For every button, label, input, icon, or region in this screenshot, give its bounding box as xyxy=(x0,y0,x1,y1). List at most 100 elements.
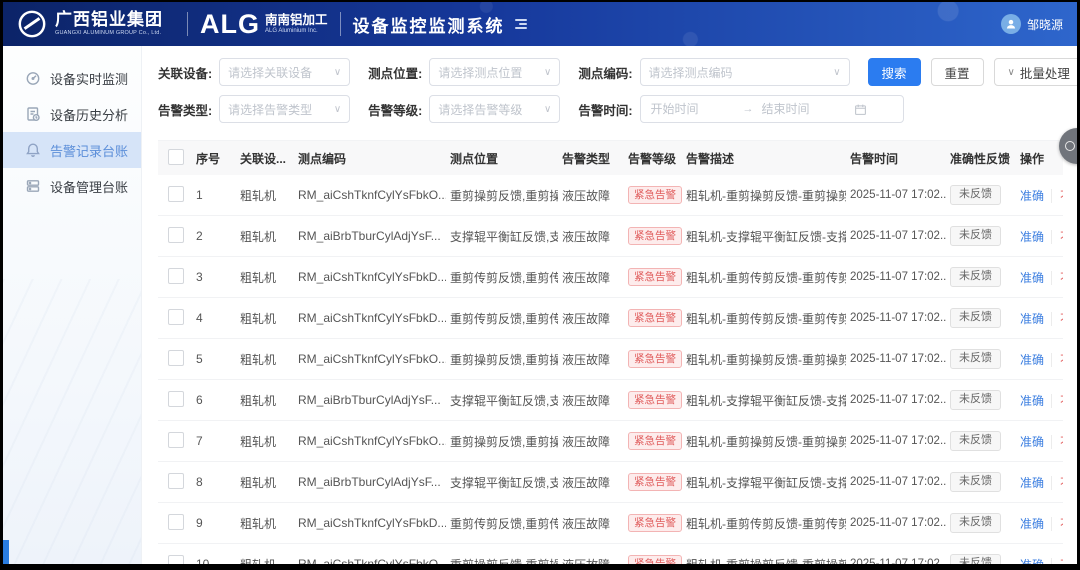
point-code-select[interactable]: 请选择测点编码 ∨ xyxy=(640,58,850,86)
row-checkbox[interactable] xyxy=(168,473,184,489)
row-type: 液压故障 xyxy=(558,228,624,245)
alarm-level-badge: 紧急告警 xyxy=(628,391,682,410)
header-divider xyxy=(340,12,341,36)
main-content: 关联设备: 请选择关联设备 ∨ 测点位置: 请选择测点位置 ∨ 测点编码: xyxy=(142,46,1077,564)
alarm-level-select[interactable]: 请选择告警等级 ∨ xyxy=(429,95,560,123)
inaccurate-link[interactable]: 不准确 xyxy=(1051,230,1063,244)
sidebar-item-device-management[interactable]: 设备管理台账 xyxy=(3,168,141,204)
sidebar-item-label: 设备管理台账 xyxy=(50,177,128,196)
alarm-level-placeholder: 请选择告警等级 xyxy=(438,101,538,118)
inaccurate-link[interactable]: 不准确 xyxy=(1051,312,1063,326)
user-name: 邹晓源 xyxy=(1027,16,1063,33)
accurate-link[interactable]: 准确 xyxy=(1020,394,1044,408)
alarm-level-label: 告警等级: xyxy=(368,100,422,119)
accurate-link[interactable]: 准确 xyxy=(1020,189,1044,203)
accurate-link[interactable]: 准确 xyxy=(1020,230,1044,244)
accurate-link[interactable]: 准确 xyxy=(1020,435,1044,449)
header-divider xyxy=(187,12,188,36)
filter-row-1: 关联设备: 请选择关联设备 ∨ 测点位置: 请选择测点位置 ∨ 测点编码: xyxy=(158,58,1063,86)
filter-alarm-type: 告警类型: 请选择告警类型 ∨ xyxy=(158,95,350,123)
sidebar-item-realtime-monitor[interactable]: 设备实时监测 xyxy=(3,60,141,96)
inaccurate-link[interactable]: 不准确 xyxy=(1051,271,1063,285)
accurate-link[interactable]: 准确 xyxy=(1020,271,1044,285)
row-code: RM_aiCshTknfCylYsFbkD... xyxy=(294,270,446,284)
col-time: 告警时间 xyxy=(846,150,946,167)
alarm-level-badge: 紧急告警 xyxy=(628,514,682,533)
row-checkbox[interactable] xyxy=(168,432,184,448)
row-code: RM_aiCshTknfCylYsFbkO... xyxy=(294,352,446,366)
user-profile[interactable]: 邹晓源 xyxy=(1001,14,1063,34)
accurate-link[interactable]: 准确 xyxy=(1020,558,1044,565)
row-checkbox[interactable] xyxy=(168,514,184,530)
related-device-select[interactable]: 请选择关联设备 ∨ xyxy=(219,58,350,86)
inaccurate-link[interactable]: 不准确 xyxy=(1051,517,1063,531)
row-device: 粗轧机 xyxy=(236,556,294,565)
row-checkbox[interactable] xyxy=(168,227,184,243)
point-location-select[interactable]: 请选择测点位置 ∨ xyxy=(429,58,560,86)
inaccurate-link[interactable]: 不准确 xyxy=(1051,394,1063,408)
table-row: 7 粗轧机 RM_aiCshTknfCylYsFbkO... 重剪操剪反馈,重剪… xyxy=(158,421,1063,462)
col-code: 测点编码 xyxy=(294,150,446,167)
user-avatar xyxy=(1001,14,1021,34)
row-checkbox[interactable] xyxy=(168,391,184,407)
bottom-left-accent xyxy=(3,540,9,564)
row-code: RM_aiCshTknfCylYsFbkO... xyxy=(294,434,446,448)
search-button[interactable]: 搜索 xyxy=(868,58,921,86)
related-device-placeholder: 请选择关联设备 xyxy=(228,64,328,81)
alarm-time-range-picker[interactable]: → xyxy=(640,95,904,123)
end-time-input[interactable] xyxy=(760,101,848,117)
row-seq: 5 xyxy=(192,352,236,366)
point-location-placeholder: 请选择测点位置 xyxy=(438,64,538,81)
row-desc: 粗轧机-重剪操剪反馈-重剪操剪... xyxy=(682,556,846,565)
brand-name: 南南铝加工 xyxy=(265,14,328,27)
inaccurate-link[interactable]: 不准确 xyxy=(1051,189,1063,203)
filter-alarm-level: 告警等级: 请选择告警等级 ∨ xyxy=(368,95,560,123)
sidebar-item-alarm-records[interactable]: 告警记录台账 xyxy=(3,132,141,168)
sidebar-item-label: 设备实时监测 xyxy=(50,69,128,88)
row-checkbox[interactable] xyxy=(168,268,184,284)
row-checkbox[interactable] xyxy=(168,350,184,366)
row-checkbox[interactable] xyxy=(168,555,184,565)
inaccurate-link[interactable]: 不准确 xyxy=(1051,558,1063,565)
inaccurate-link[interactable]: 不准确 xyxy=(1051,353,1063,367)
alarm-bell-icon xyxy=(25,142,41,158)
alarm-level-badge: 紧急告警 xyxy=(628,227,682,246)
row-desc: 粗轧机-重剪操剪反馈-重剪操剪... xyxy=(682,351,846,368)
select-all-checkbox[interactable] xyxy=(168,149,184,165)
sidebar-item-history-analysis[interactable]: 设备历史分析 xyxy=(3,96,141,132)
sidebar-item-label: 设备历史分析 xyxy=(50,105,128,124)
batch-process-button[interactable]: ∨批量处理 xyxy=(994,58,1080,86)
inaccurate-link[interactable]: 不准确 xyxy=(1051,435,1063,449)
row-desc: 粗轧机-重剪传剪反馈-重剪传剪... xyxy=(682,310,846,327)
row-location: 支撑辊平衡缸反馈,支... xyxy=(446,228,558,245)
row-checkbox[interactable] xyxy=(168,186,184,202)
row-checkbox[interactable] xyxy=(168,309,184,325)
inaccurate-link[interactable]: 不准确 xyxy=(1051,476,1063,490)
range-separator: → xyxy=(743,103,754,115)
alarm-level-badge: 紧急告警 xyxy=(628,309,682,328)
row-location: 重剪操剪反馈,重剪操... xyxy=(446,351,558,368)
row-desc: 粗轧机-重剪传剪反馈-重剪传剪... xyxy=(682,515,846,532)
accurate-link[interactable]: 准确 xyxy=(1020,312,1044,326)
chevron-down-icon: ∨ xyxy=(334,67,341,78)
filter-point-location: 测点位置: 请选择测点位置 ∨ xyxy=(368,58,560,86)
table-row: 2 粗轧机 RM_aiBrbTburCylAdjYsF... 支撑辊平衡缸反馈,… xyxy=(158,216,1063,257)
row-device: 粗轧机 xyxy=(236,351,294,368)
related-device-label: 关联设备: xyxy=(158,63,212,82)
accurate-link[interactable]: 准确 xyxy=(1020,517,1044,531)
collapse-menu-icon[interactable] xyxy=(515,19,527,29)
reset-button[interactable]: 重置 xyxy=(931,58,984,86)
start-time-input[interactable] xyxy=(649,101,737,117)
row-seq: 7 xyxy=(192,434,236,448)
accurate-link[interactable]: 准确 xyxy=(1020,476,1044,490)
alarm-type-select[interactable]: 请选择告警类型 ∨ xyxy=(219,95,350,123)
row-code: RM_aiBrbTburCylAdjYsF... xyxy=(294,393,446,407)
col-seq: 序号 xyxy=(192,150,236,167)
row-code: RM_aiBrbTburCylAdjYsF... xyxy=(294,475,446,489)
row-desc: 粗轧机-重剪操剪反馈-重剪操剪... xyxy=(682,187,846,204)
row-seq: 8 xyxy=(192,475,236,489)
row-type: 液压故障 xyxy=(558,392,624,409)
accurate-link[interactable]: 准确 xyxy=(1020,353,1044,367)
company-block: 广西铝业集团 GUANGXI ALUMINUM GROUP Co., Ltd. xyxy=(55,11,163,37)
row-time: 2025-11-07 17:02... xyxy=(846,189,946,201)
